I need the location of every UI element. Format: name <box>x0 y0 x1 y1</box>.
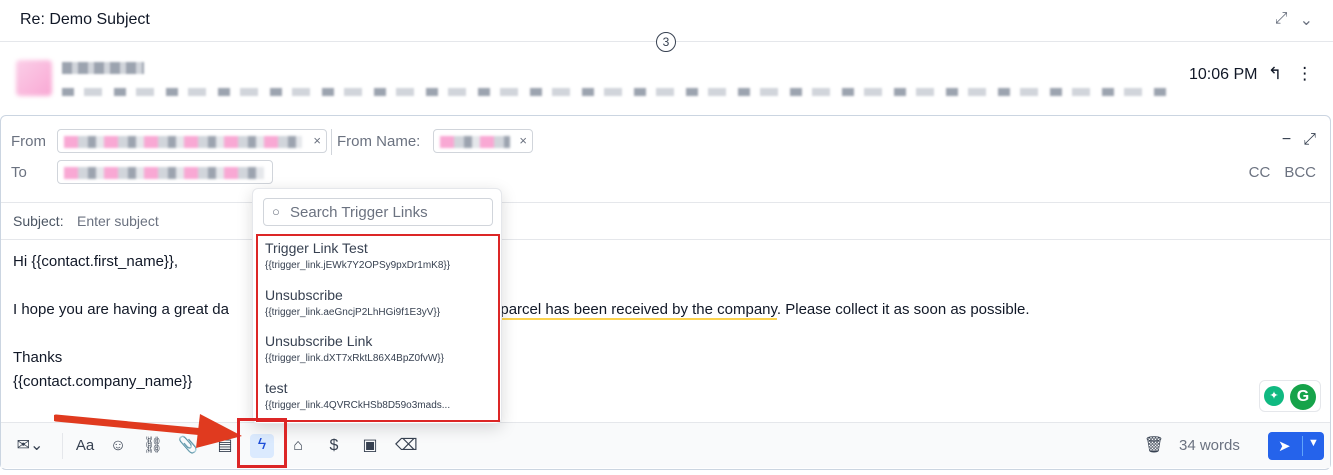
image-icon[interactable]: ▣ <box>359 435 381 457</box>
send-icon: ➤ <box>1278 438 1291 455</box>
bcc-link[interactable]: BCC <box>1284 164 1316 181</box>
email-composer: From × From Name: × − ⤢ To CC BCC Subjec… <box>0 115 1331 470</box>
grammarly-icon[interactable]: G <box>1290 384 1316 410</box>
clear-formatting-icon[interactable]: ⌫ <box>395 435 418 457</box>
more-options-icon[interactable]: ⋮ <box>1296 64 1313 84</box>
subject-row: Subject: <box>1 202 1330 240</box>
dollar-icon[interactable]: $ <box>323 435 345 457</box>
thread-count-badge[interactable]: 3 <box>656 32 676 52</box>
to-address-chip[interactable] <box>57 160 273 184</box>
trigger-link-code: {{trigger_link.aeGncjP2LhHGi9f1E3yV}} <box>265 307 441 318</box>
trigger-link-name: Unsubscribe <box>265 287 343 303</box>
reply-icon[interactable]: ↰ <box>1268 64 1282 84</box>
composer-window-controls: − ⤢ <box>1282 131 1316 149</box>
avatar <box>16 60 52 96</box>
trigger-link-item[interactable]: test {{trigger_link.4QVRCkHSb8D59o3mads.… <box>265 378 497 422</box>
divider <box>331 129 332 155</box>
conversation-subject: Re: Demo Subject <box>20 11 150 28</box>
attachment-icon[interactable]: 📎 <box>177 435 199 457</box>
link-icon[interactable]: ⛓ <box>142 435 164 457</box>
search-icon: ○ <box>272 204 280 219</box>
trigger-link-item[interactable]: Trigger Link Test {{trigger_link.jEWk7Y2… <box>265 238 497 282</box>
body-paragraph: I hope you are having a great da your par… <box>13 298 1030 322</box>
trigger-link-item[interactable]: Unsubscribe Link {{trigger_link.dXT7xRkt… <box>265 331 497 375</box>
to-label: To <box>11 164 27 181</box>
grammarly-widget[interactable]: ✦ G <box>1259 380 1321 412</box>
trash-icon[interactable]: 🗑 <box>1143 435 1165 457</box>
message-actions: ↰ ⋮ <box>1268 64 1313 84</box>
trigger-link-item[interactable]: Unsubscribe {{trigger_link.aeGncjP2LhHGi… <box>265 285 497 329</box>
trigger-links-search[interactable]: ○ <box>263 198 493 226</box>
email-channel-icon[interactable]: ✉⌄ <box>11 435 49 457</box>
minimize-icon[interactable]: − <box>1282 131 1291 149</box>
from-name-chip[interactable]: × <box>433 129 533 153</box>
trigger-link-code: {{trigger_link.4QVRCkHSb8D59o3mads... <box>265 400 451 411</box>
trigger-links-dropdown: ○ Trigger Link Test {{trigger_link.jEWk7… <box>252 188 502 424</box>
body-paragraph-start: I hope you are having a great da <box>13 301 229 318</box>
trigger-links-search-input[interactable] <box>290 202 488 222</box>
email-body-editor[interactable]: Hi {{contact.first_name}}, I hope you ar… <box>13 250 1030 394</box>
trigger-link-name: Trigger Link Test <box>265 240 368 256</box>
body-closing: Thanks <box>13 349 63 366</box>
to-address-redacted <box>64 167 264 179</box>
header-actions: ⤢ ⌄ <box>1275 10 1313 30</box>
divider <box>62 433 63 459</box>
trigger-link-icon[interactable]: ϟ <box>250 434 274 458</box>
body-signature: {{contact.company_name}} <box>13 373 193 390</box>
trigger-links-list: Trigger Link Test {{trigger_link.jEWk7Y2… <box>256 234 500 422</box>
composer-toolbar: ✉⌄ Aa ☺ ⛓ 📎 ▤ ϟ ⌂ $ ▣ ⌫ 🗑 34 words ➤ ▼ <box>1 422 1330 468</box>
lightbulb-icon[interactable]: ✦ <box>1264 386 1284 406</box>
template-icon[interactable]: ▤ <box>214 435 236 457</box>
from-address-redacted <box>64 136 302 148</box>
trigger-link-name: test <box>265 380 288 396</box>
tag-icon[interactable]: ⌂ <box>287 435 309 457</box>
grammar-suggestion-text[interactable]: your parcel has been received by the com… <box>467 301 777 320</box>
trigger-link-code: {{trigger_link.jEWk7Y2OPSy9pxDr1mK8}} <box>265 260 451 271</box>
expand-icon[interactable]: ⤢ <box>1303 131 1316 149</box>
from-address-chip[interactable]: × <box>57 129 327 153</box>
message-preview-row[interactable]: 10:06 PM ↰ ⋮ <box>0 52 1333 108</box>
sender-name-redacted <box>62 62 144 74</box>
remove-icon[interactable]: × <box>519 133 527 148</box>
word-count: 34 words <box>1179 437 1240 454</box>
remove-icon[interactable]: × <box>313 133 321 148</box>
chevron-down-icon[interactable]: ⌄ <box>1300 10 1313 30</box>
cc-link[interactable]: CC <box>1249 164 1271 181</box>
send-button[interactable]: ➤ ▼ <box>1268 432 1324 460</box>
subject-label: Subject: <box>13 213 64 229</box>
expand-icon[interactable]: ⤢ <box>1275 10 1288 30</box>
cc-bcc-links: CC BCC <box>1249 164 1316 181</box>
message-time: 10:06 PM <box>1189 66 1258 83</box>
message-snippet-redacted <box>62 88 1172 96</box>
from-name-label: From Name: <box>337 133 421 150</box>
trigger-link-code: {{trigger_link.dXT7xRktL86X4BpZ0fvW}} <box>265 353 444 364</box>
body-greeting: Hi {{contact.first_name}}, <box>13 253 179 270</box>
from-label: From <box>11 133 46 150</box>
body-paragraph-end: . Please collect it as soon as possible. <box>776 301 1030 318</box>
trigger-link-name: Unsubscribe Link <box>265 333 373 349</box>
text-format-icon[interactable]: Aa <box>73 435 97 457</box>
emoji-icon[interactable]: ☺ <box>107 435 129 457</box>
subject-input[interactable] <box>77 209 247 233</box>
from-name-redacted <box>440 136 510 148</box>
chevron-down-icon[interactable]: ▼ <box>1308 437 1319 449</box>
